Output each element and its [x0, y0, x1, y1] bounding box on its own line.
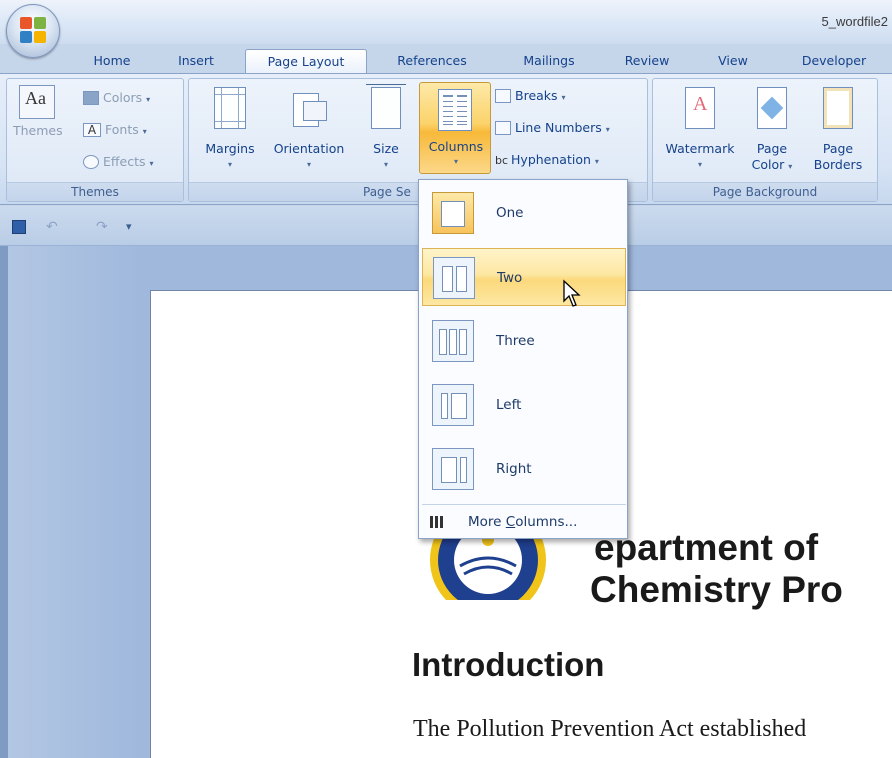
- undo-icon[interactable]: ↶: [46, 220, 60, 234]
- themes-icon: Aa: [19, 85, 55, 119]
- breaks-icon: [495, 88, 511, 103]
- colors-icon: [83, 90, 99, 105]
- size-icon: [366, 84, 406, 129]
- columns-option-two[interactable]: Two: [422, 248, 626, 306]
- left-ruler-strip: [0, 246, 8, 758]
- department-heading-line2: Chemistry Pro: [590, 569, 843, 610]
- menu-separator: [422, 504, 626, 505]
- themes-group: Aa Themes Colors ▾ A Fonts ▾ Effects ▾ Th…: [6, 78, 184, 202]
- more-columns-icon: [430, 516, 444, 528]
- tab-developer[interactable]: Developer: [784, 49, 884, 74]
- columns-option-right[interactable]: Right: [422, 440, 626, 498]
- line-numbers-button[interactable]: Line Numbers ▾: [495, 117, 610, 139]
- tab-page-layout[interactable]: Page Layout: [245, 49, 367, 74]
- title-bar: 5_wordfile2: [0, 0, 892, 44]
- margins-icon: [214, 87, 246, 129]
- columns-option-left[interactable]: Left: [422, 376, 626, 434]
- hyphenation-button[interactable]: bc Hyphenation ▾: [495, 149, 599, 171]
- colors-button[interactable]: Colors ▾: [83, 87, 150, 109]
- fonts-button[interactable]: A Fonts ▾: [83, 119, 147, 141]
- redo-icon[interactable]: ↷: [96, 220, 110, 234]
- orientation-icon: [289, 87, 329, 129]
- page-borders-icon: [823, 87, 853, 129]
- office-logo-icon: [20, 17, 48, 45]
- size-button[interactable]: Size ▾: [361, 84, 411, 173]
- tab-home[interactable]: Home: [80, 49, 144, 74]
- margins-button[interactable]: Margins ▾: [195, 87, 265, 173]
- columns-option-one[interactable]: One: [422, 184, 626, 242]
- watermark-button[interactable]: A Watermark ▾: [659, 87, 741, 173]
- tab-references[interactable]: References: [380, 49, 484, 74]
- columns-dropdown-menu: One Two Three Left Right More Columns...: [418, 179, 628, 539]
- page-color-icon: [757, 87, 787, 129]
- save-icon[interactable]: [12, 220, 26, 234]
- page-color-button[interactable]: Page Color ▾: [745, 87, 799, 175]
- line-numbers-icon: [495, 120, 511, 135]
- breaks-button[interactable]: Breaks ▾: [495, 85, 566, 107]
- more-columns-option[interactable]: More Columns...: [422, 507, 626, 537]
- page-background-group: A Watermark ▾ Page Color ▾ Page Borders …: [652, 78, 878, 202]
- fonts-icon: A: [83, 122, 101, 137]
- tab-review[interactable]: Review: [612, 49, 682, 74]
- tab-view[interactable]: View: [702, 49, 764, 74]
- effects-button[interactable]: Effects ▾: [83, 151, 154, 173]
- two-columns-icon: [433, 257, 475, 299]
- tab-insert[interactable]: Insert: [166, 49, 226, 74]
- one-column-icon: [432, 192, 474, 234]
- page-borders-button[interactable]: Page Borders: [803, 87, 873, 173]
- effects-icon: [83, 154, 99, 169]
- right-column-icon: [432, 448, 474, 490]
- page-background-group-label: Page Background: [653, 182, 877, 201]
- themes-group-label: Themes: [7, 182, 183, 201]
- columns-button[interactable]: Columns ▾: [419, 82, 491, 174]
- office-button[interactable]: [6, 4, 60, 58]
- tab-mailings[interactable]: Mailings: [505, 49, 593, 74]
- section-heading: Introduction: [412, 646, 605, 683]
- customize-qat-icon[interactable]: ▾: [126, 220, 140, 234]
- columns-option-three[interactable]: Three: [422, 312, 626, 370]
- three-columns-icon: [432, 320, 474, 362]
- orientation-button[interactable]: Orientation ▾: [265, 87, 353, 173]
- hyphenation-icon: bc: [495, 154, 509, 167]
- themes-button[interactable]: Aa Themes: [13, 85, 63, 139]
- watermark-icon: A: [685, 87, 715, 129]
- left-column-icon: [432, 384, 474, 426]
- mouse-pointer-icon: [563, 279, 581, 307]
- window-title: 5_wordfile2: [821, 14, 889, 29]
- columns-icon: [438, 89, 472, 131]
- ribbon-tabs: Home Insert Page Layout References Maili…: [0, 44, 892, 74]
- body-paragraph: The Pollution Prevention Act established: [413, 716, 807, 742]
